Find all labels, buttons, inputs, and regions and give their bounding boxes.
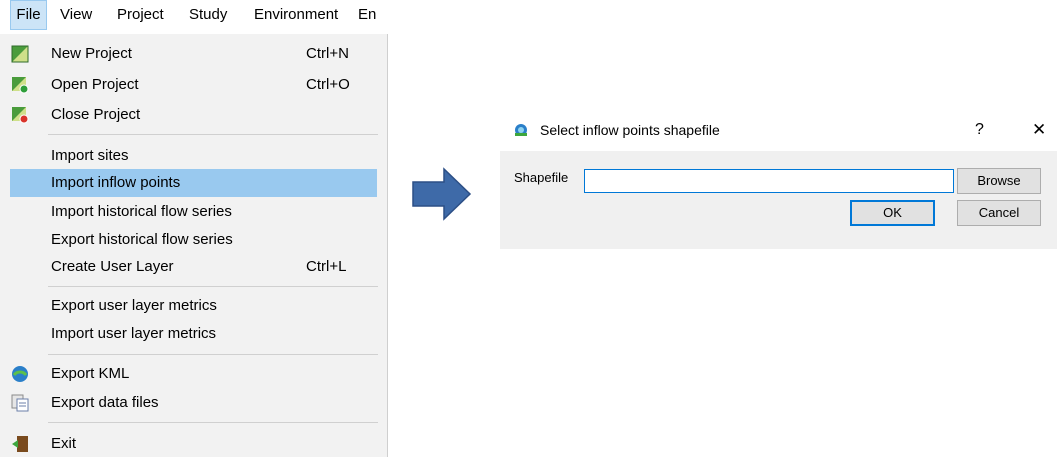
exit-icon	[12, 436, 28, 452]
help-button[interactable]: ?	[975, 115, 984, 145]
export-kml-icon	[12, 366, 28, 382]
menu-item-export-user-layer-metrics[interactable]: Export user layer metrics	[0, 292, 386, 320]
menu-separator	[48, 422, 378, 423]
menu-item-close-project[interactable]: Close Project	[0, 101, 386, 129]
menu-item-shortcut: Ctrl+O	[306, 76, 350, 93]
menu-item-label: Import user layer metrics	[51, 325, 217, 342]
menu-separator	[48, 134, 378, 135]
new-project-icon	[11, 45, 29, 63]
menu-view[interactable]: View	[60, 0, 92, 30]
menu-separator	[48, 354, 378, 355]
menu-item-label: Create User Layer	[51, 258, 174, 275]
open-project-icon	[12, 77, 29, 94]
export-data-files-icon	[11, 394, 29, 412]
menu-project[interactable]: Project	[117, 0, 164, 30]
menu-item-label: Open Project	[51, 76, 139, 93]
menu-item-label: New Project	[51, 45, 132, 62]
menu-item-export-kml[interactable]: Export KML	[0, 360, 386, 388]
menu-file[interactable]: File	[10, 0, 47, 30]
menu-item-label: Export KML	[51, 365, 130, 382]
file-menu: New Project Ctrl+N Open Project Ctrl+O C…	[0, 34, 388, 457]
dialog-title-bar: Select inflow points shapefile ? ✕	[500, 115, 1057, 151]
menu-item-create-user-layer[interactable]: Create User Layer Ctrl+L	[0, 253, 386, 281]
menu-item-exit[interactable]: Exit	[0, 430, 386, 458]
menu-item-import-user-layer-metrics[interactable]: Import user layer metrics	[0, 320, 386, 348]
ok-button[interactable]: OK	[850, 200, 935, 226]
shapefile-label: Shapefile	[514, 170, 569, 185]
menu-en[interactable]: En	[358, 0, 376, 30]
menu-item-label: Import inflow points	[51, 174, 181, 191]
menu-item-label: Close Project	[51, 106, 141, 123]
menu-environment[interactable]: Environment	[254, 0, 338, 30]
menu-item-label: Export historical flow series	[51, 231, 233, 248]
menu-separator	[48, 286, 378, 287]
menu-item-import-historical-flow-series[interactable]: Import historical flow series	[0, 198, 386, 226]
menu-item-label: Export data files	[51, 394, 159, 411]
menu-item-import-sites[interactable]: Import sites	[0, 142, 386, 170]
dialog-title: Select inflow points shapefile	[540, 122, 720, 138]
menu-item-export-historical-flow-series[interactable]: Export historical flow series	[0, 226, 386, 254]
menu-item-shortcut: Ctrl+L	[306, 258, 347, 275]
menu-item-label: Exit	[51, 435, 77, 452]
menu-study[interactable]: Study	[189, 0, 227, 30]
menu-item-shortcut: Ctrl+N	[306, 45, 349, 62]
close-project-icon	[12, 107, 29, 124]
shapefile-input[interactable]	[584, 169, 954, 193]
menu-item-label: Import sites	[51, 147, 129, 164]
cancel-button[interactable]: Cancel	[957, 200, 1041, 226]
browse-button[interactable]: Browse	[957, 168, 1041, 194]
menu-item-import-inflow-points[interactable]: Import inflow points	[10, 169, 377, 197]
select-inflow-points-dialog: Select inflow points shapefile ? ✕ Shape…	[500, 115, 1057, 249]
menu-item-label: Export user layer metrics	[51, 297, 217, 314]
menu-item-export-data-files[interactable]: Export data files	[0, 389, 386, 417]
close-button[interactable]: ✕	[1032, 115, 1046, 145]
menu-item-open-project[interactable]: Open Project Ctrl+O	[0, 71, 386, 99]
app-icon	[515, 124, 527, 136]
menubar: File View Project Study Environment En	[0, 0, 388, 30]
menu-item-label: Import historical flow series	[51, 203, 232, 220]
menu-item-new-project[interactable]: New Project Ctrl+N	[0, 40, 386, 68]
right-arrow-icon	[412, 167, 472, 221]
